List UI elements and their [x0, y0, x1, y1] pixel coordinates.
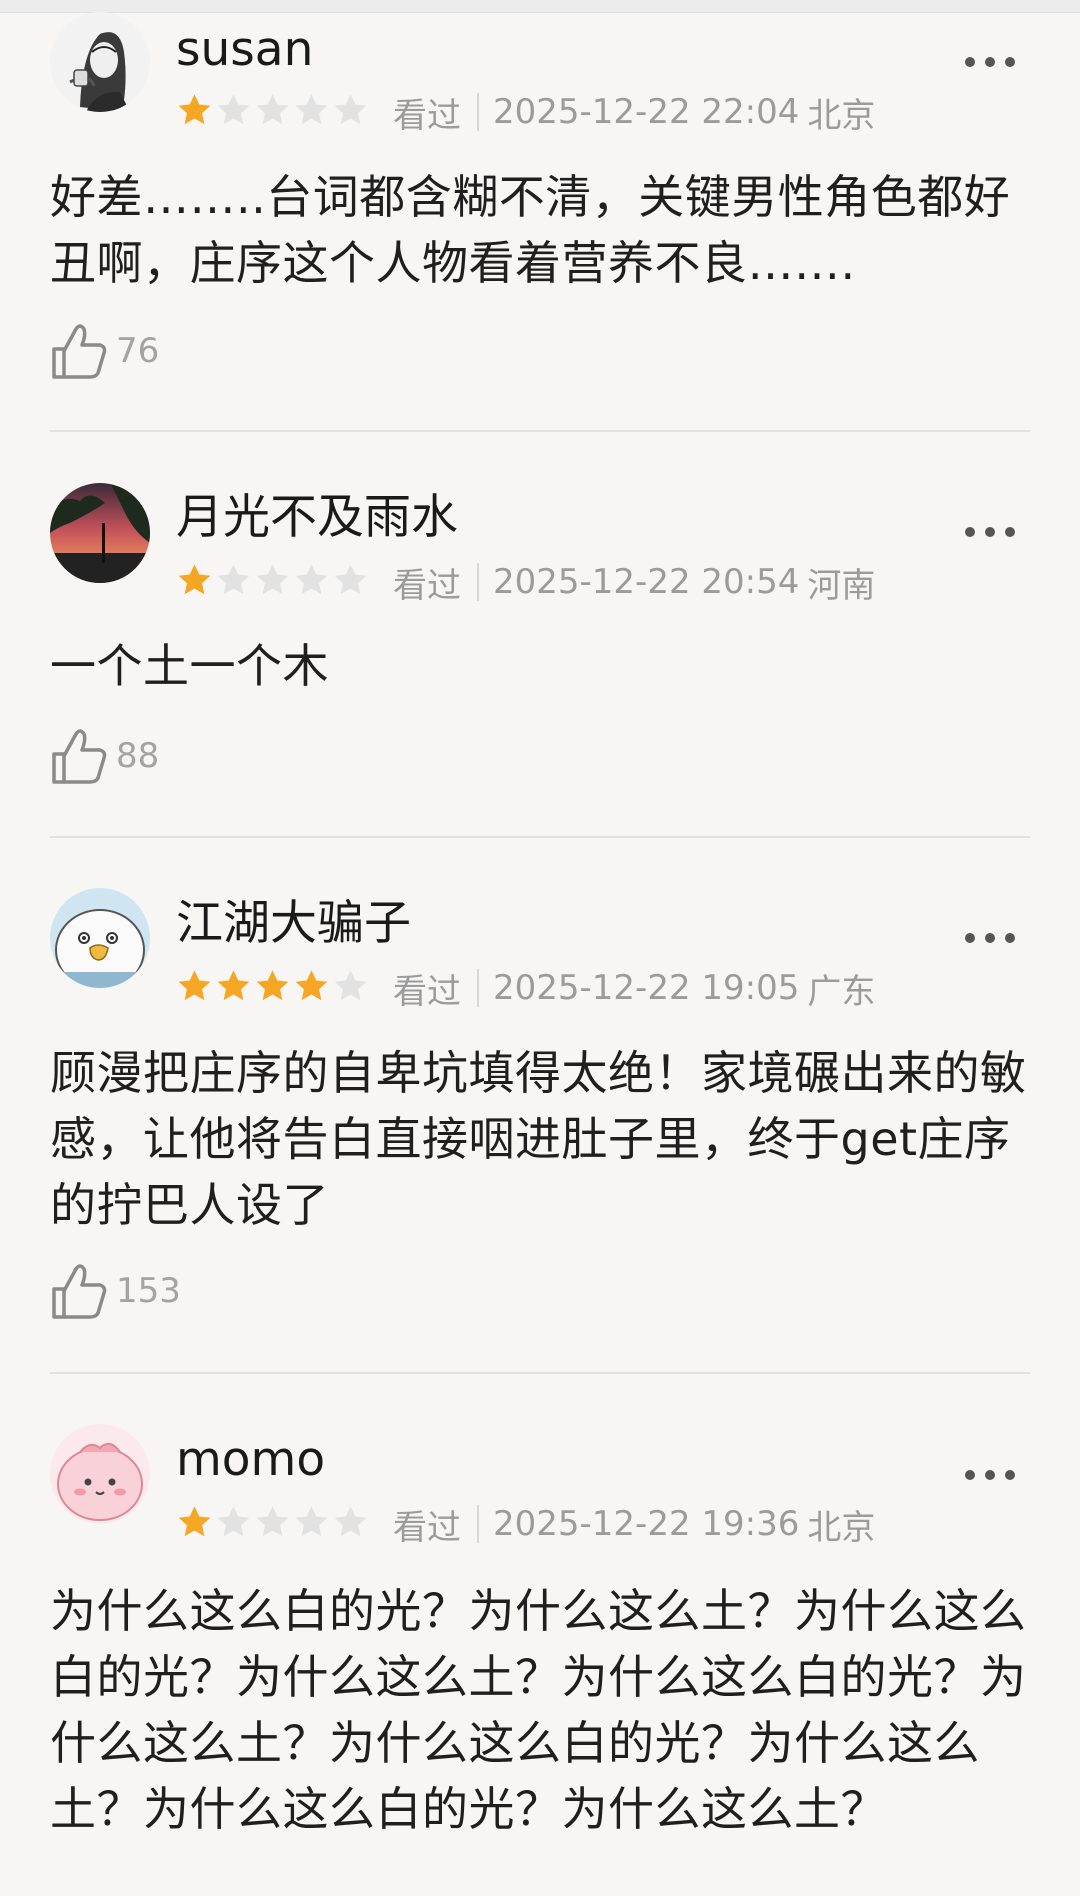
- more-options-button[interactable]: [962, 522, 1018, 542]
- more-dots-icon: [965, 1470, 1015, 1480]
- star-icon: [293, 562, 330, 602]
- review-datetime: 2025-12-22 22:04: [493, 92, 800, 132]
- avatar-pink-character-image: [50, 1424, 150, 1524]
- avatar-sketch-woman-image: [50, 12, 150, 112]
- star-icon: [215, 1504, 252, 1544]
- username[interactable]: 月光不及雨水: [176, 494, 458, 541]
- more-dots-icon: [965, 933, 1015, 943]
- meta-divider: [477, 563, 479, 601]
- star-icon: [332, 562, 369, 602]
- review-text: 顾漫把庄序的自卑坑填得太绝！家境碾出来的敏感，让他将告白直接咽进肚子里，终于ge…: [50, 1046, 1027, 1232]
- username[interactable]: momo: [176, 1436, 325, 1483]
- divider: [50, 1372, 1030, 1374]
- more-options-button[interactable]: [962, 52, 1018, 72]
- review-location: 北京: [807, 95, 876, 136]
- username[interactable]: 江湖大骗子: [176, 900, 411, 947]
- top-edge: [0, 0, 1080, 13]
- watch-status: 看过: [393, 95, 461, 136]
- review-location: 河南: [807, 565, 876, 606]
- star-icon: [176, 968, 213, 1008]
- review-text: 好差……..台词都含糊不清，关键男性角色都好丑啊，庄序这个人物看着营养不良…….: [50, 170, 1011, 290]
- star-icon: [176, 92, 213, 132]
- review-meta: 看过 2025-12-22 22:04 北京: [393, 92, 875, 136]
- review-text: 为什么这么白的光？为什么这么土？为什么这么白的光？为什么这么土？为什么这么白的光…: [50, 1584, 1027, 1836]
- review-text: 一个土一个木: [50, 639, 329, 693]
- review-location: 广东: [807, 971, 876, 1012]
- like-count: 153: [116, 1271, 181, 1311]
- star-rating: [176, 562, 369, 602]
- more-options-button[interactable]: [962, 1465, 1018, 1485]
- more-dots-icon: [965, 527, 1015, 537]
- star-icon: [254, 1504, 291, 1544]
- star-rating: [176, 1504, 369, 1544]
- star-icon: [215, 92, 252, 132]
- star-icon: [293, 968, 330, 1008]
- avatar[interactable]: [50, 483, 150, 583]
- meta-divider: [477, 969, 479, 1007]
- like-count: 76: [116, 331, 160, 371]
- star-icon: [215, 562, 252, 602]
- like-count: 88: [116, 736, 160, 776]
- divider: [50, 836, 1030, 838]
- star-icon: [332, 92, 369, 132]
- review-meta: 看过 2025-12-22 19:05 广东: [393, 968, 875, 1012]
- watch-status: 看过: [393, 1507, 461, 1548]
- star-icon: [254, 92, 291, 132]
- star-icon: [332, 1504, 369, 1544]
- meta-divider: [477, 1505, 479, 1543]
- star-icon: [176, 1504, 213, 1544]
- thumbs-up-icon: [52, 324, 107, 379]
- star-rating: [176, 92, 369, 132]
- avatar[interactable]: [50, 888, 150, 988]
- avatar[interactable]: [50, 12, 150, 112]
- review-datetime: 2025-12-22 19:36: [493, 1504, 800, 1544]
- like-button[interactable]: 88: [50, 725, 159, 787]
- like-button[interactable]: 76: [50, 320, 159, 382]
- divider: [50, 430, 1030, 432]
- more-options-button[interactable]: [962, 928, 1018, 948]
- star-icon: [254, 968, 291, 1008]
- avatar-penguin-image: [50, 888, 150, 988]
- watch-status: 看过: [393, 565, 461, 606]
- review-meta: 看过 2025-12-22 20:54 河南: [393, 562, 875, 606]
- review-datetime: 2025-12-22 20:54: [493, 562, 800, 602]
- avatar-sunset-image: [50, 483, 150, 583]
- meta-divider: [477, 93, 479, 131]
- review-datetime: 2025-12-22 19:05: [493, 968, 800, 1008]
- star-icon: [293, 92, 330, 132]
- username[interactable]: susan: [176, 26, 313, 73]
- star-icon: [332, 968, 369, 1008]
- thumbs-up-icon: [52, 729, 107, 784]
- star-icon: [293, 1504, 330, 1544]
- star-icon: [176, 562, 213, 602]
- avatar[interactable]: [50, 1424, 150, 1524]
- review-meta: 看过 2025-12-22 19:36 北京: [393, 1504, 875, 1548]
- star-icon: [215, 968, 252, 1008]
- thumbs-up-icon: [52, 1264, 107, 1319]
- like-button[interactable]: 153: [50, 1260, 181, 1322]
- star-rating: [176, 968, 369, 1008]
- more-dots-icon: [965, 57, 1015, 67]
- review-location: 北京: [807, 1507, 876, 1548]
- star-icon: [254, 562, 291, 602]
- watch-status: 看过: [393, 971, 461, 1012]
